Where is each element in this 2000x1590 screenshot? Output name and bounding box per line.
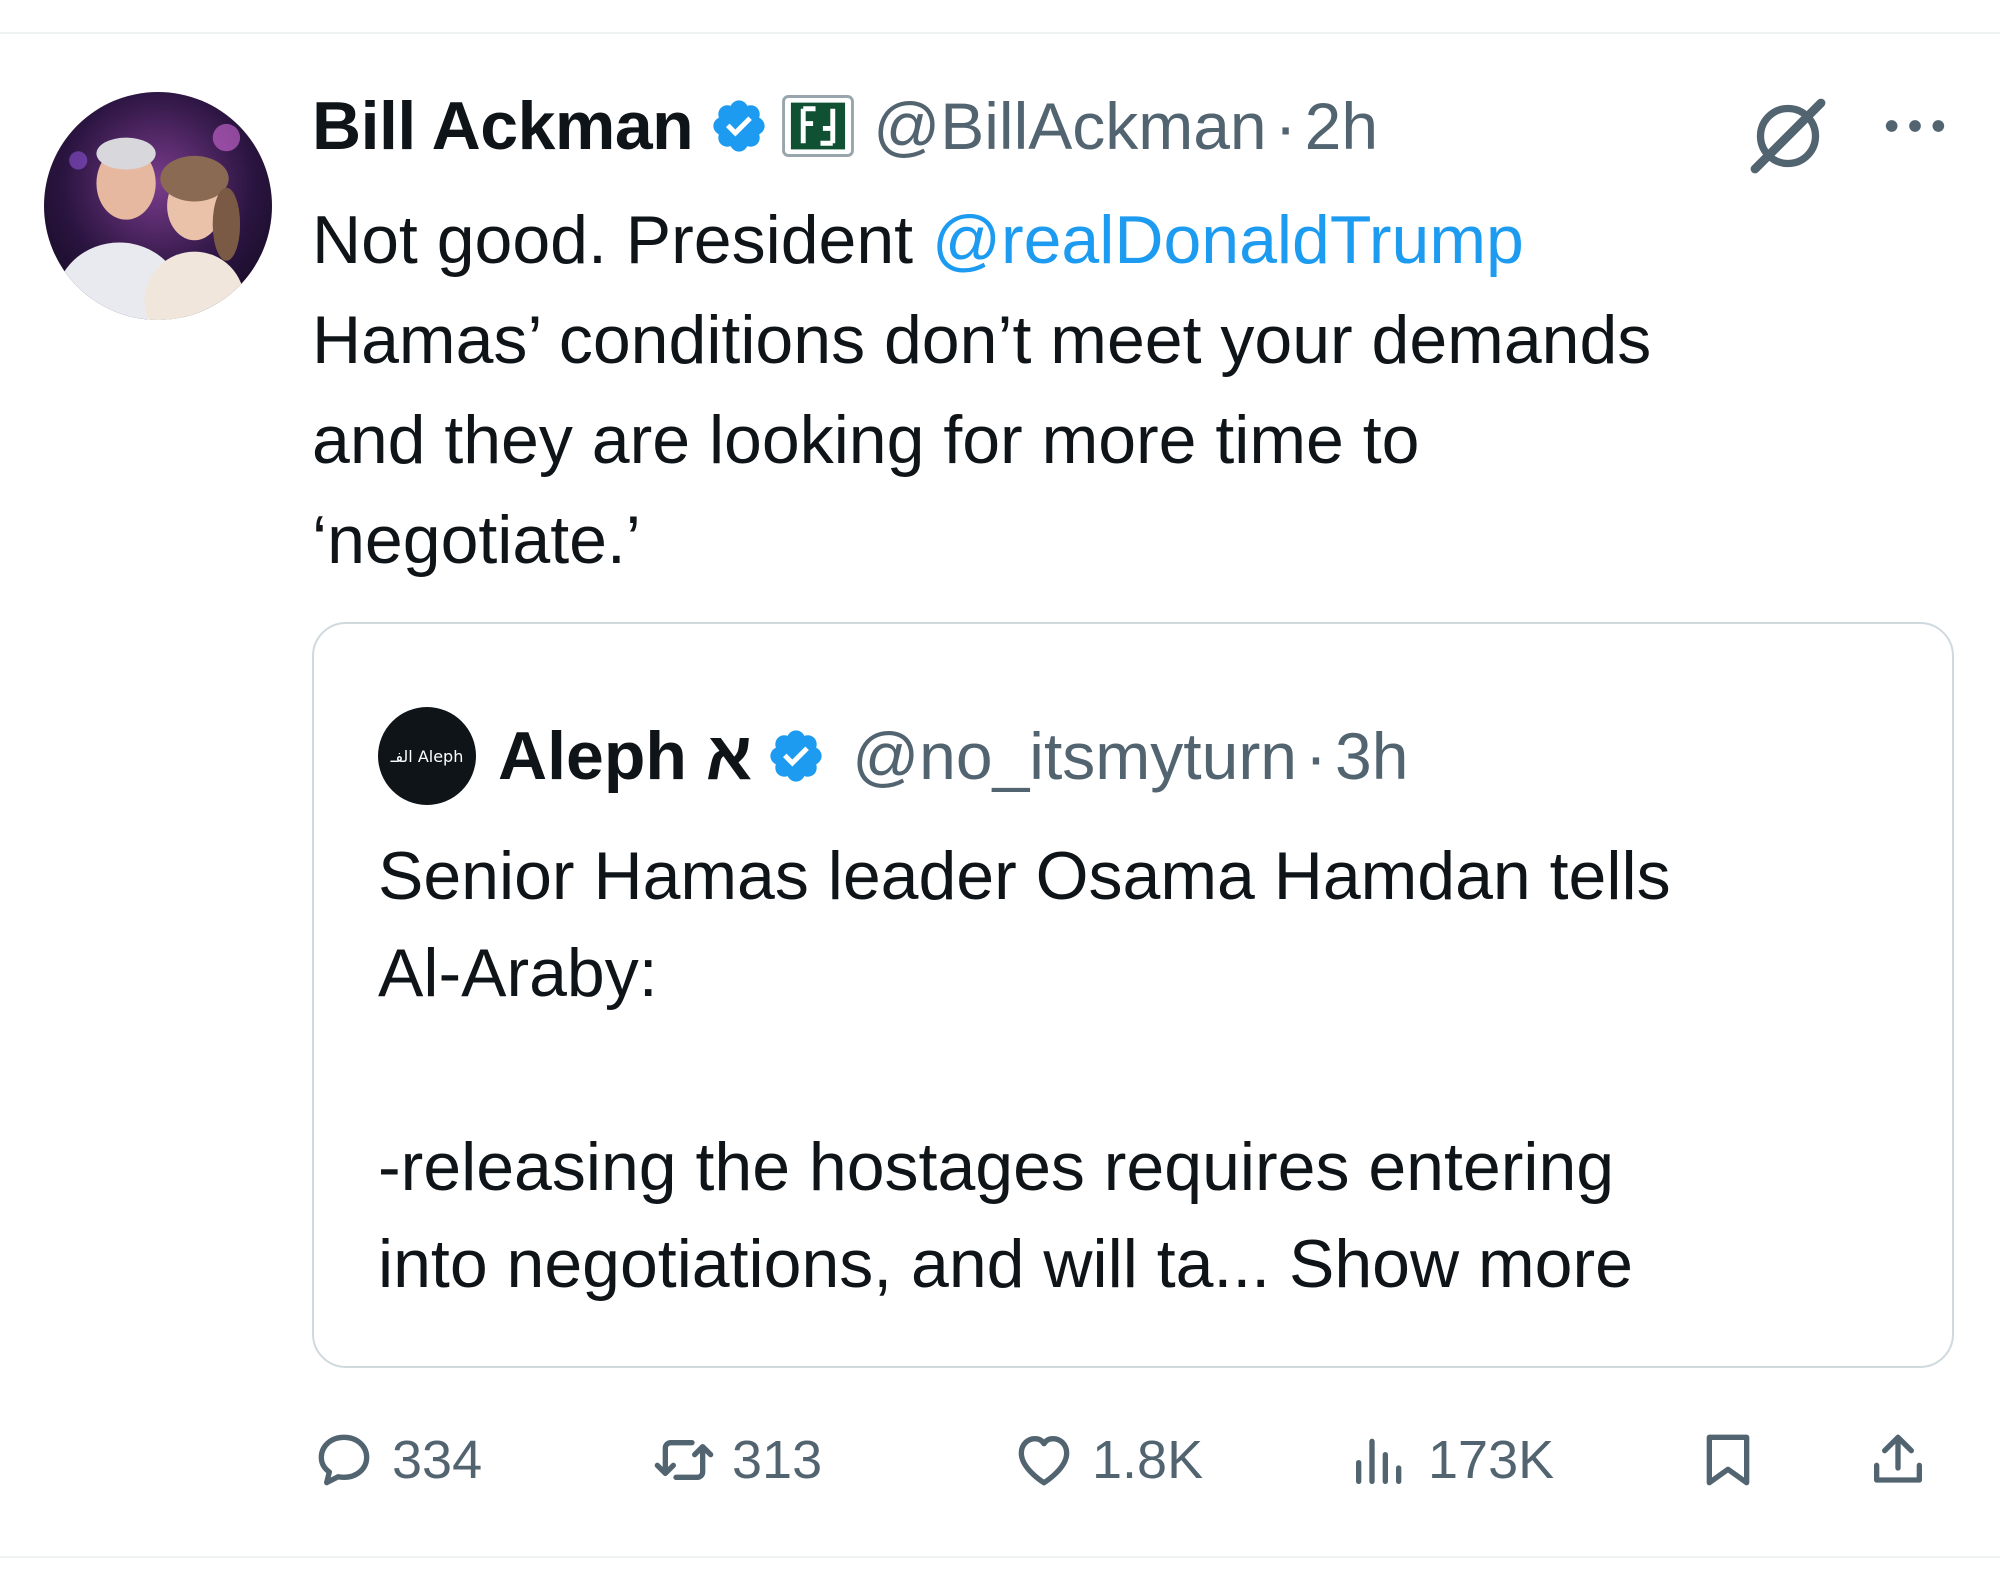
views-icon: [1356, 1438, 1402, 1484]
author-handle[interactable]: @BillAckman: [873, 88, 1266, 164]
separator-dot: ·: [1274, 89, 1297, 163]
more-icon[interactable]: [1880, 106, 1950, 146]
grok-icon[interactable]: [1744, 92, 1832, 180]
tweet-text-body: Hamas’ conditions don’t meet your demand…: [312, 302, 1652, 578]
quote-text: Senior Hamas leader Osama Hamdan tells A…: [378, 838, 1671, 1302]
share-button[interactable]: [1866, 1420, 1930, 1500]
mention-link[interactable]: @realDonaldTrump: [932, 202, 1524, 278]
affiliate-badge-icon[interactable]: [781, 94, 855, 158]
repost-icon: [654, 1440, 714, 1480]
author-avatar[interactable]: [44, 92, 272, 320]
repost-count: 313: [732, 1430, 823, 1490]
timestamp[interactable]: 2h: [1305, 88, 1378, 164]
author-name[interactable]: Bill Ackman: [312, 87, 694, 165]
verified-badge-icon[interactable]: [709, 96, 769, 156]
quote-author-handle[interactable]: @no_itsmyturn: [852, 718, 1297, 794]
reply-icon: [318, 1434, 370, 1486]
tweet-text-prefix: Not good. President: [312, 202, 932, 278]
share-icon: [1874, 1434, 1922, 1483]
quoted-tweet-card[interactable]: الفـ Aleph Aleph א @no_itsmyturn · 3h Se…: [312, 622, 1954, 1368]
views-count: 173K: [1428, 1430, 1555, 1490]
verified-badge-icon[interactable]: [766, 726, 826, 786]
quote-timestamp[interactable]: 3h: [1335, 718, 1408, 794]
avatar-photo: [44, 92, 272, 320]
bottom-divider: [0, 1556, 2000, 1558]
views-button[interactable]: 173K: [1348, 1420, 1554, 1500]
quote-author-name[interactable]: Aleph א: [498, 717, 752, 795]
tweet-text: Not good. President @realDonaldTrump Ham…: [312, 190, 1952, 590]
reply-count: 334: [392, 1430, 483, 1490]
bookmark-button[interactable]: [1696, 1420, 1760, 1500]
reply-button[interactable]: 334: [312, 1420, 482, 1500]
action-bar: 334 313 1.8K 173K: [312, 1420, 1962, 1500]
repost-button[interactable]: 313: [652, 1420, 822, 1500]
quote-header: الفـ Aleph Aleph א @no_itsmyturn · 3h: [378, 706, 1408, 806]
tweet-header: Bill Ackman @BillAckman · 2h: [312, 87, 1945, 174]
like-button[interactable]: 1.8K: [1012, 1420, 1203, 1500]
top-divider: [0, 32, 2000, 34]
like-count: 1.8K: [1092, 1430, 1204, 1490]
like-icon: [1018, 1436, 1070, 1486]
quote-avatar-logo: الفـ Aleph: [390, 746, 464, 766]
separator-dot: ·: [1305, 719, 1327, 793]
quote-avatar[interactable]: الفـ Aleph: [378, 707, 476, 805]
bookmark-icon: [1706, 1434, 1750, 1486]
